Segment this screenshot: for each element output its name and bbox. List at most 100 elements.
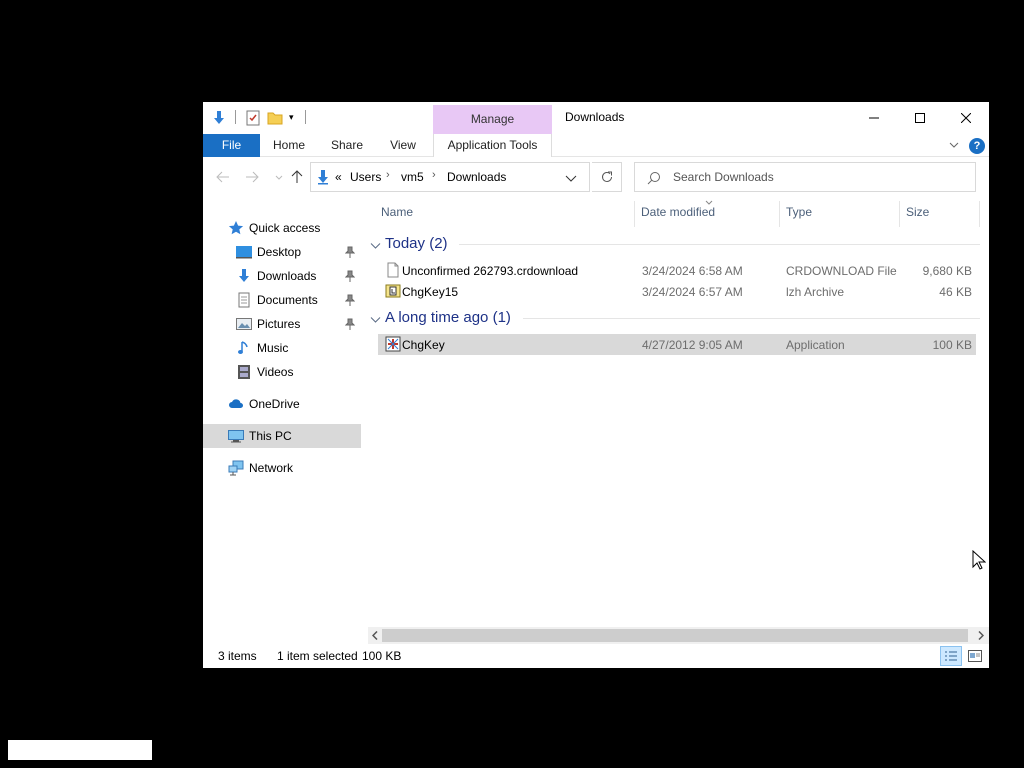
column-divider[interactable] <box>634 201 635 227</box>
column-divider[interactable] <box>899 201 900 227</box>
sidebar-item-pictures[interactable]: Pictures <box>203 312 361 336</box>
scrollbar-thumb[interactable] <box>382 629 968 642</box>
download-arrow-icon[interactable] <box>211 110 227 126</box>
group-label: A long time ago (1) <box>385 309 511 326</box>
window-title: Downloads <box>565 110 625 124</box>
network-icon <box>228 460 244 476</box>
title-bar: ▾ Manage Downloads <box>203 102 989 134</box>
manage-context-tab[interactable]: Manage <box>433 105 552 134</box>
column-header-name[interactable]: Name <box>381 205 413 229</box>
sidebar-item-documents[interactable]: Documents <box>203 288 361 312</box>
search-input[interactable] <box>673 167 963 187</box>
file-type: Application <box>786 338 845 352</box>
file-size: 100 KB <box>932 338 972 352</box>
sidebar-item-network[interactable]: Network <box>203 456 361 480</box>
tab-view[interactable]: View <box>381 134 425 157</box>
sidebar-item-label: Documents <box>257 293 318 307</box>
sidebar-item-label: Quick access <box>249 221 321 235</box>
download-arrow-icon <box>236 268 252 284</box>
scroll-left-icon[interactable] <box>368 627 381 644</box>
pin-icon[interactable] <box>344 318 356 333</box>
column-header-type[interactable]: Type <box>786 205 812 229</box>
sidebar-item-label: Pictures <box>257 317 301 331</box>
forward-arrow-icon[interactable] <box>244 169 260 185</box>
documents-icon <box>236 292 252 308</box>
item-count: 3 items <box>218 649 257 663</box>
videos-icon <box>236 364 252 380</box>
tab-share[interactable]: Share <box>321 134 373 157</box>
file-explorer-window: ▾ Manage Downloads File Home Share View … <box>203 102 989 668</box>
file-type: CRDOWNLOAD File <box>786 264 897 278</box>
pin-icon[interactable] <box>344 246 356 261</box>
sidebar-item-quick-access[interactable]: Quick access <box>203 216 361 240</box>
group-header-today[interactable]: Today (2) <box>370 233 980 257</box>
breadcrumb-separator-icon[interactable]: › <box>432 169 436 181</box>
refresh-button[interactable] <box>592 162 622 192</box>
table-row[interactable]: ChgKey 4/27/2012 9:05 AM Application 100… <box>378 334 976 355</box>
customize-toolbar-icon[interactable]: ▾ <box>289 112 305 128</box>
group-header-a-long-time-ago[interactable]: A long time ago (1) <box>370 307 980 331</box>
large-icons-view-button[interactable] <box>964 646 986 666</box>
back-arrow-icon[interactable] <box>215 169 231 185</box>
search-icon <box>647 171 661 188</box>
up-arrow-icon[interactable] <box>289 169 305 185</box>
breadcrumb-overflow[interactable]: « <box>335 170 342 184</box>
breadcrumb-users[interactable]: Users <box>350 170 381 184</box>
search-box[interactable] <box>634 162 976 192</box>
toolbar-separator <box>235 110 236 124</box>
status-bar: 3 items 1 item selected 100 KB <box>203 644 989 668</box>
recent-locations-icon[interactable] <box>271 169 287 185</box>
help-icon[interactable]: ? <box>969 138 985 154</box>
file-name: ChgKey15 <box>402 285 459 299</box>
tab-file[interactable]: File <box>203 134 260 157</box>
sidebar-item-onedrive[interactable]: OneDrive <box>203 392 361 416</box>
details-view-button[interactable] <box>940 646 962 666</box>
sidebar-item-desktop[interactable]: Desktop <box>203 240 361 264</box>
table-row[interactable]: ChgKey15 3/24/2024 6:57 AM lzh Archive 4… <box>378 281 976 302</box>
toolbar-separator <box>305 110 306 124</box>
pin-icon[interactable] <box>344 270 356 285</box>
sidebar-item-label: Downloads <box>257 269 317 283</box>
taskbar-fragment <box>8 740 152 760</box>
chevron-down-icon[interactable] <box>370 313 381 327</box>
file-size: 9,680 KB <box>922 264 972 278</box>
new-folder-icon[interactable] <box>267 110 283 126</box>
file-date: 4/27/2012 9:05 AM <box>642 338 743 352</box>
pin-icon[interactable] <box>344 294 356 309</box>
tab-application-tools[interactable]: Application Tools <box>433 134 552 157</box>
breadcrumb-vm5[interactable]: vm5 <box>401 170 424 184</box>
sidebar-item-label: Network <box>249 461 294 475</box>
cloud-icon <box>228 396 244 412</box>
tab-home[interactable]: Home <box>263 134 315 157</box>
file-date: 3/24/2024 6:58 AM <box>642 264 743 278</box>
maximize-icon <box>915 113 925 123</box>
maximize-button[interactable] <box>897 102 943 134</box>
chevron-down-icon[interactable] <box>370 239 381 253</box>
chevron-down-icon[interactable] <box>948 139 960 154</box>
group-label: Today (2) <box>385 235 448 252</box>
column-divider[interactable] <box>779 201 780 227</box>
sidebar-item-label: Videos <box>257 365 294 379</box>
star-icon <box>228 220 244 236</box>
column-header-date-modified[interactable]: Date modified <box>641 205 715 229</box>
column-header-size[interactable]: Size <box>906 205 929 229</box>
sidebar-item-videos[interactable]: Videos <box>203 360 361 384</box>
navigation-bar: « Users › vm5 › Downloads <box>203 157 989 197</box>
breadcrumb-separator-icon[interactable]: › <box>386 169 390 181</box>
column-divider[interactable] <box>979 201 980 227</box>
sidebar-item-downloads[interactable]: Downloads <box>203 264 361 288</box>
table-row[interactable]: Unconfirmed 262793.crdownload 3/24/2024 … <box>378 260 976 281</box>
horizontal-scrollbar[interactable] <box>368 627 989 644</box>
properties-icon[interactable] <box>245 110 261 126</box>
application-icon <box>385 336 401 352</box>
chevron-down-icon[interactable] <box>565 172 577 186</box>
scroll-right-icon[interactable] <box>972 627 989 644</box>
sidebar-item-this-pc[interactable]: This PC <box>203 424 361 448</box>
address-bar[interactable]: « Users › vm5 › Downloads <box>310 162 590 192</box>
breadcrumb-downloads[interactable]: Downloads <box>447 170 506 184</box>
minimize-button[interactable] <box>851 102 897 134</box>
sidebar-item-music[interactable]: Music <box>203 336 361 360</box>
close-button[interactable] <box>943 102 989 134</box>
refresh-icon <box>601 171 612 182</box>
file-list: Name Date modified Type Size Today (2) U… <box>368 197 989 627</box>
